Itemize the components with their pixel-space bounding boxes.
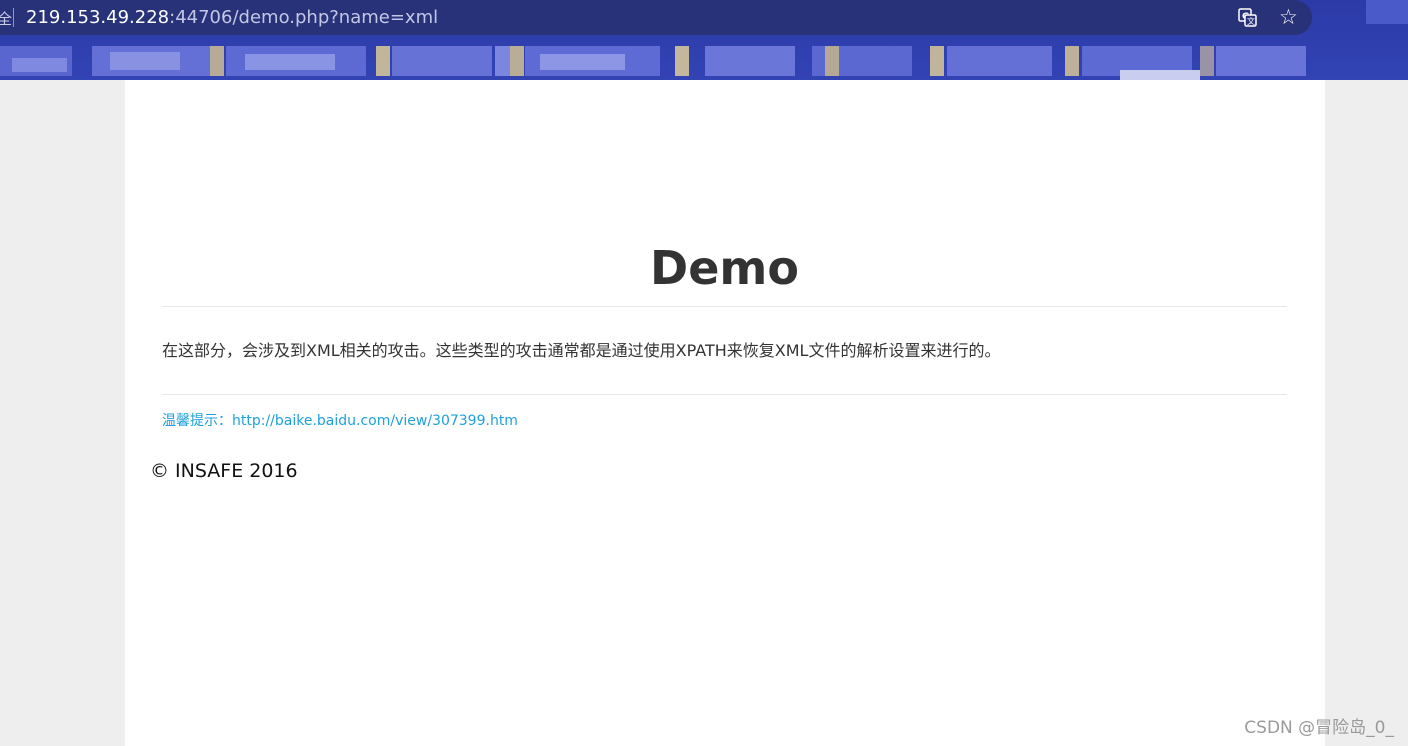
content-container: Demo 在这部分，会涉及到XML相关的攻击。这些类型的攻击通常都是通过使用XP…	[125, 80, 1325, 746]
title-divider	[162, 306, 1287, 307]
bookmark-item[interactable]	[947, 46, 1052, 76]
browser-toolbar: 全 219.153.49.228:44706/demo.php?name=xml…	[0, 0, 1408, 80]
page-title: Demo	[650, 241, 799, 295]
translate-icon[interactable]: G 文	[1238, 8, 1257, 27]
bookmark-item[interactable]	[12, 58, 67, 72]
url-host: 219.153.49.228	[26, 7, 170, 28]
bookmark-item[interactable]	[1200, 46, 1214, 76]
address-separator	[13, 8, 14, 27]
hint-link[interactable]: http://baike.baidu.com/view/307399.htm	[232, 413, 518, 429]
bookmark-item[interactable]	[1120, 70, 1200, 80]
bookmark-item[interactable]	[1065, 46, 1079, 76]
hint-line: 温馨提示：http://baike.baidu.com/view/307399.…	[162, 411, 518, 431]
address-bar[interactable]: 全 219.153.49.228:44706/demo.php?name=xml…	[0, 0, 1312, 35]
bookmark-item[interactable]	[705, 46, 795, 76]
bookmark-item[interactable]	[510, 46, 524, 76]
hint-label: 温馨提示：	[162, 413, 232, 429]
bookmark-item[interactable]	[1216, 46, 1306, 76]
url-path: :44706/demo.php?name=xml	[169, 7, 439, 28]
bookmark-item[interactable]	[930, 46, 944, 76]
footer-copyright: © INSAFE 2016	[150, 460, 298, 482]
bookmark-item[interactable]	[110, 52, 180, 70]
bookmark-item[interactable]	[245, 54, 335, 70]
svg-text:文: 文	[1247, 16, 1255, 26]
bookmark-item[interactable]	[825, 46, 839, 76]
window-control-area	[1366, 0, 1408, 24]
bookmark-item[interactable]	[675, 46, 689, 76]
bookmarks-bar[interactable]	[0, 40, 1408, 80]
bookmark-item[interactable]	[392, 46, 492, 76]
security-indicator-icon[interactable]: 全	[0, 8, 12, 29]
bookmark-item[interactable]	[376, 46, 390, 76]
star-icon[interactable]: ☆	[1279, 4, 1298, 30]
section-divider	[162, 394, 1287, 395]
watermark: CSDN @冒险岛_0_	[1244, 718, 1394, 738]
bookmark-item[interactable]	[210, 46, 224, 76]
bookmark-item[interactable]	[540, 54, 625, 70]
description-text: 在这部分，会涉及到XML相关的攻击。这些类型的攻击通常都是通过使用XPATH来恢…	[162, 341, 1001, 360]
url-text[interactable]: 219.153.49.228:44706/demo.php?name=xml	[26, 7, 438, 28]
